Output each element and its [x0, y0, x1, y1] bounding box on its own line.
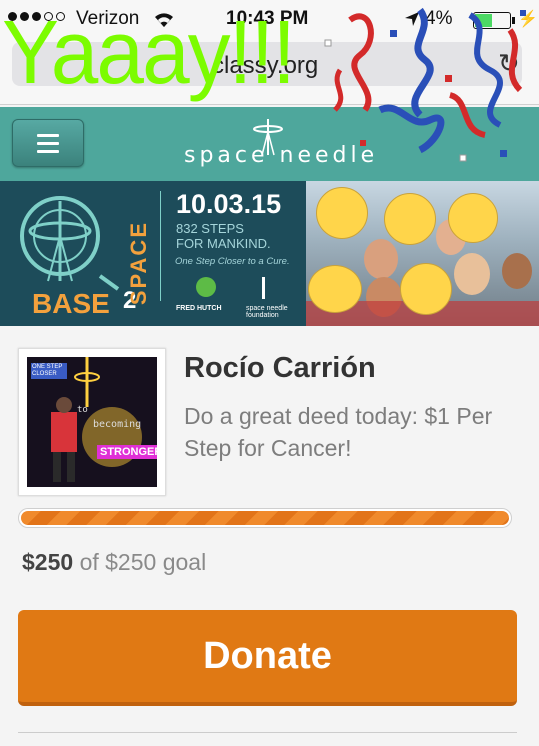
goal-amount: of $250 goal — [79, 549, 207, 575]
sad-emoji-icon — [400, 263, 452, 315]
sponsor-space-needle-foundation: space needle foundation — [246, 305, 288, 319]
grinning-emoji-icon — [308, 265, 362, 313]
event-banner: BASE 2 SPACE 10.03.15 832 STEPS FOR MANK… — [0, 181, 539, 326]
winking-emoji-icon — [384, 193, 436, 245]
confetti-streamers-icon — [324, 7, 526, 162]
event-banner-graphic: BASE 2 SPACE 10.03.15 832 STEPS FOR MANK… — [0, 181, 306, 326]
fundraiser-description: Do a great deed today: $1 Per Step for C… — [184, 403, 493, 461]
overlay-caption: Yaaay!!! — [2, 3, 296, 103]
steps-line-1: 832 STEPS — [176, 221, 244, 236]
progress-bar — [18, 508, 512, 528]
progress-fill — [21, 511, 509, 525]
fundraiser-card: ONE STEP CLOSER to becoming STRONGER! Ro… — [0, 326, 539, 746]
kissing-emoji-icon — [448, 193, 498, 243]
steps-text: 832 STEPS FOR MANKIND. — [176, 221, 271, 251]
needle-foundation-logo-icon — [262, 277, 265, 299]
donate-button[interactable]: Donate — [18, 610, 517, 706]
divider — [18, 732, 517, 733]
fundraiser-name: Rocío Carrión — [184, 352, 376, 384]
photo-text-line-2: to — [77, 405, 88, 415]
tagline: One Step Closer to a Cure. — [175, 256, 290, 267]
laughing-emoji-icon — [316, 187, 368, 239]
sponsor-fred-hutch: FRED HUTCH — [176, 305, 222, 312]
fundraiser-photo: ONE STEP CLOSER to becoming STRONGER! — [18, 348, 166, 496]
menu-button[interactable] — [12, 119, 84, 167]
base-text: BASE — [32, 288, 110, 319]
space-needle-swirl-icon — [20, 196, 120, 291]
amount-raised: $250 — [22, 549, 74, 575]
group-photo — [306, 181, 539, 326]
goal-text: $250 of $250 goal — [22, 549, 206, 576]
space-text: SPACE — [126, 221, 151, 306]
photo-text-line-4: STRONGER! — [97, 445, 157, 459]
hamburger-icon — [37, 134, 59, 158]
event-date: 10.03.15 — [176, 189, 282, 219]
steps-line-2: FOR MANKIND. — [176, 236, 271, 251]
fred-hutch-logo-icon — [196, 277, 216, 297]
photo-text-line-3: becoming — [93, 419, 142, 430]
photo-text-line-1: ONE STEP CLOSER — [31, 363, 67, 379]
banner-divider — [160, 191, 161, 301]
